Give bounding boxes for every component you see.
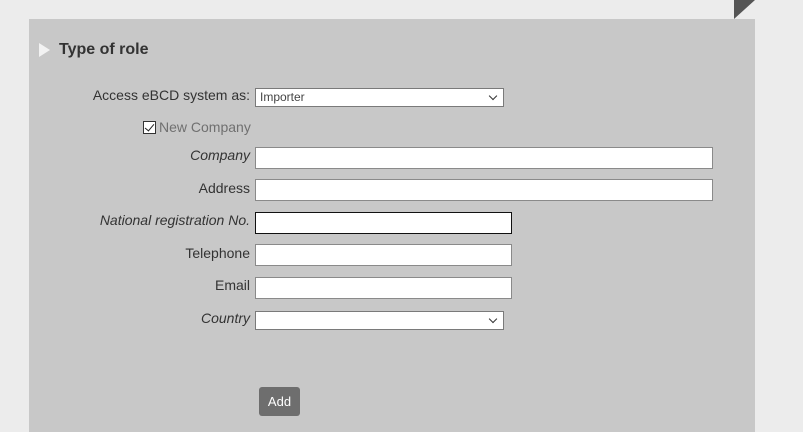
section-title: Type of role [59, 41, 149, 58]
country-label: Country [200, 310, 250, 326]
address-input[interactable] [255, 179, 713, 201]
access-row: Access eBCD system as: Importer [0, 87, 803, 109]
national-reg-label: National registration No. [99, 212, 250, 228]
add-button[interactable]: Add [259, 387, 300, 416]
address-row: Address [0, 179, 803, 201]
telephone-label: Telephone [185, 245, 250, 261]
national-reg-row: National registration No. [0, 212, 803, 234]
address-label: Address [198, 180, 250, 196]
email-row: Email [0, 277, 803, 299]
company-input[interactable] [255, 147, 713, 169]
access-select-value: Importer [260, 90, 305, 104]
new-company-checkbox[interactable] [143, 120, 156, 134]
email-input[interactable] [255, 277, 512, 299]
corner-fold [734, 0, 755, 19]
company-label: Company [190, 147, 250, 163]
email-label: Email [214, 277, 250, 293]
company-row: Company [0, 147, 803, 169]
country-select[interactable] [255, 311, 504, 330]
section-header-type-of-role[interactable]: Type of role [39, 40, 149, 60]
access-select[interactable]: Importer [255, 88, 504, 107]
triangle-right-icon[interactable] [39, 43, 50, 57]
new-company-row: New Company [143, 119, 251, 135]
national-reg-input[interactable] [255, 212, 512, 234]
access-label: Access eBCD system as: [92, 87, 250, 103]
country-row: Country [0, 310, 803, 332]
chevron-down-icon [488, 314, 498, 324]
telephone-input[interactable] [255, 244, 512, 266]
chevron-down-icon [488, 91, 498, 101]
telephone-row: Telephone [0, 244, 803, 266]
new-company-label: New Company [159, 119, 251, 135]
